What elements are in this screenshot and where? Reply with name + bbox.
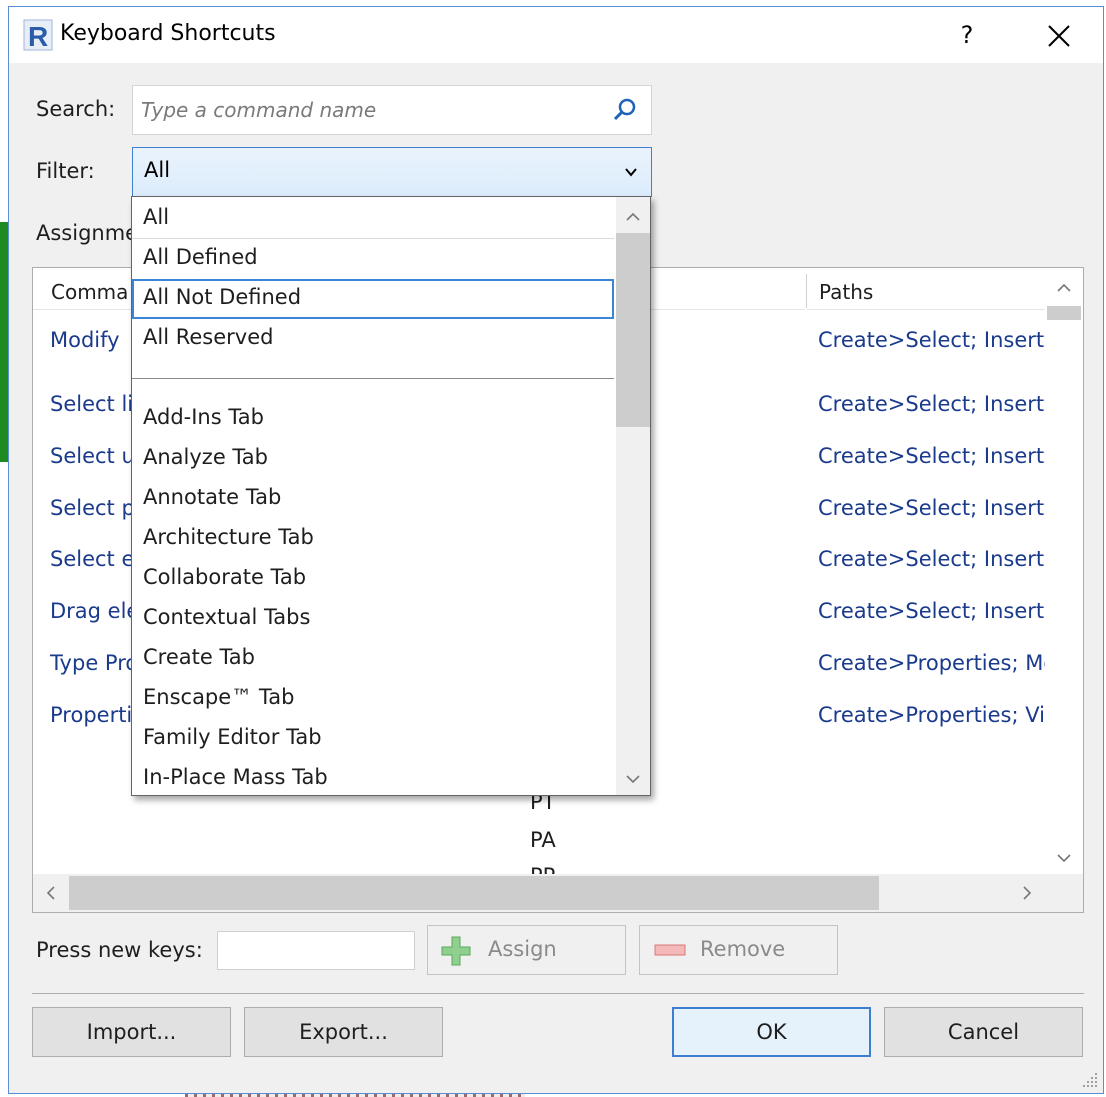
table-row-path[interactable]: Create>Properties; Mo — [818, 651, 1045, 675]
dropdown-scroll-thumb[interactable] — [616, 233, 650, 427]
dropdown-item-tab[interactable]: Add-Ins Tab — [132, 399, 614, 439]
table-row-path[interactable]: Create>Select; Insert> — [818, 599, 1045, 623]
close-button[interactable] — [1029, 11, 1089, 59]
table-row-path[interactable]: Create>Select; Insert> — [818, 496, 1045, 520]
ok-button[interactable]: OK — [672, 1007, 871, 1057]
chevron-down-icon[interactable] — [623, 769, 643, 789]
filter-label: Filter: — [36, 159, 95, 183]
dropdown-item-tab[interactable]: Contextual Tabs — [132, 599, 614, 639]
table-row-shortcut-clipped[interactable]: PP — [530, 864, 555, 874]
remove-button-label: Remove — [700, 937, 786, 961]
red-minus-icon — [654, 944, 686, 956]
dropdown-scrollbar[interactable] — [616, 197, 650, 795]
table-row-path[interactable]: Create>Select; Insert> — [818, 547, 1045, 571]
chevron-left-icon[interactable] — [41, 883, 61, 903]
search-box[interactable] — [132, 85, 652, 135]
chevron-down-icon[interactable] — [1054, 848, 1074, 868]
filter-select[interactable]: All — [132, 147, 652, 197]
assignments-label: Assignme — [36, 221, 139, 245]
chevron-up-icon[interactable] — [1054, 278, 1074, 298]
help-button[interactable]: ? — [939, 11, 995, 59]
scrollbar-corner — [1045, 874, 1083, 912]
vertical-scroll-thumb[interactable] — [1047, 306, 1081, 320]
filter-dropdown-list[interactable]: All All Defined All Not Defined All Rese… — [131, 196, 651, 796]
dropdown-item-tab[interactable]: Family Editor Tab — [132, 719, 614, 759]
chevron-up-icon[interactable] — [623, 207, 643, 227]
dropdown-item-tab[interactable]: Collaborate Tab — [132, 559, 614, 599]
dropdown-item-tab[interactable]: Analyze Tab — [132, 439, 614, 479]
remove-button[interactable]: Remove — [639, 925, 838, 975]
press-new-keys-label: Press new keys: — [36, 938, 203, 962]
dropdown-item-tab[interactable]: Architecture Tab — [132, 519, 614, 559]
close-icon — [1048, 24, 1070, 47]
dropdown-item-all-reserved[interactable]: All Reserved — [132, 319, 614, 359]
dropdown-item-all-defined[interactable]: All Defined — [132, 239, 614, 279]
dropdown-item-tab[interactable]: Create Tab — [132, 639, 614, 679]
column-header-paths[interactable]: Paths — [807, 268, 1045, 310]
dropdown-item-all-not-defined[interactable]: All Not Defined — [132, 279, 614, 319]
search-input[interactable] — [141, 94, 601, 126]
table-horizontal-scrollbar[interactable] — [33, 874, 1045, 912]
assign-button[interactable]: Assign — [427, 925, 626, 975]
cancel-button[interactable]: Cancel — [884, 1007, 1083, 1057]
dropdown-item-tab[interactable]: Enscape™ Tab — [132, 679, 614, 719]
assign-button-label: Assign — [488, 937, 557, 961]
table-row-path[interactable]: Create>Properties; Vie — [818, 703, 1045, 727]
button-divider — [32, 993, 1084, 994]
table-row-path[interactable]: Create>Select; Insert> — [818, 328, 1045, 352]
table-row-path[interactable]: Create>Select; Insert> — [818, 392, 1045, 416]
resize-grip-icon[interactable] — [1079, 1069, 1099, 1089]
window-title: Keyboard Shortcuts — [60, 21, 276, 46]
green-plus-icon — [441, 936, 471, 966]
export-button[interactable]: Export... — [244, 1007, 443, 1057]
search-icon[interactable] — [611, 96, 639, 124]
title-bar: R Keyboard Shortcuts ? — [9, 7, 1103, 63]
table-row-path[interactable]: Create>Select; Insert> — [818, 444, 1045, 468]
search-label: Search: — [36, 97, 116, 121]
filter-selected-value: All — [144, 158, 171, 182]
dropdown-item-tab[interactable]: Annotate Tab — [132, 479, 614, 519]
revit-r-icon: R — [23, 19, 53, 51]
dropdown-item-tab[interactable]: In-Place Mass Tab — [132, 759, 614, 795]
table-vertical-scrollbar[interactable] — [1045, 268, 1083, 874]
press-new-keys-input[interactable] — [217, 931, 415, 970]
import-button[interactable]: Import... — [32, 1007, 231, 1057]
table-row-shortcut[interactable]: PA — [530, 828, 556, 852]
dropdown-item-all[interactable]: All — [132, 199, 614, 239]
chevron-right-icon[interactable] — [1017, 883, 1037, 903]
dropdown-separator — [132, 378, 614, 379]
chevron-down-icon — [625, 168, 637, 177]
svg-text:R: R — [28, 21, 48, 51]
horizontal-scroll-thumb[interactable] — [69, 876, 879, 910]
